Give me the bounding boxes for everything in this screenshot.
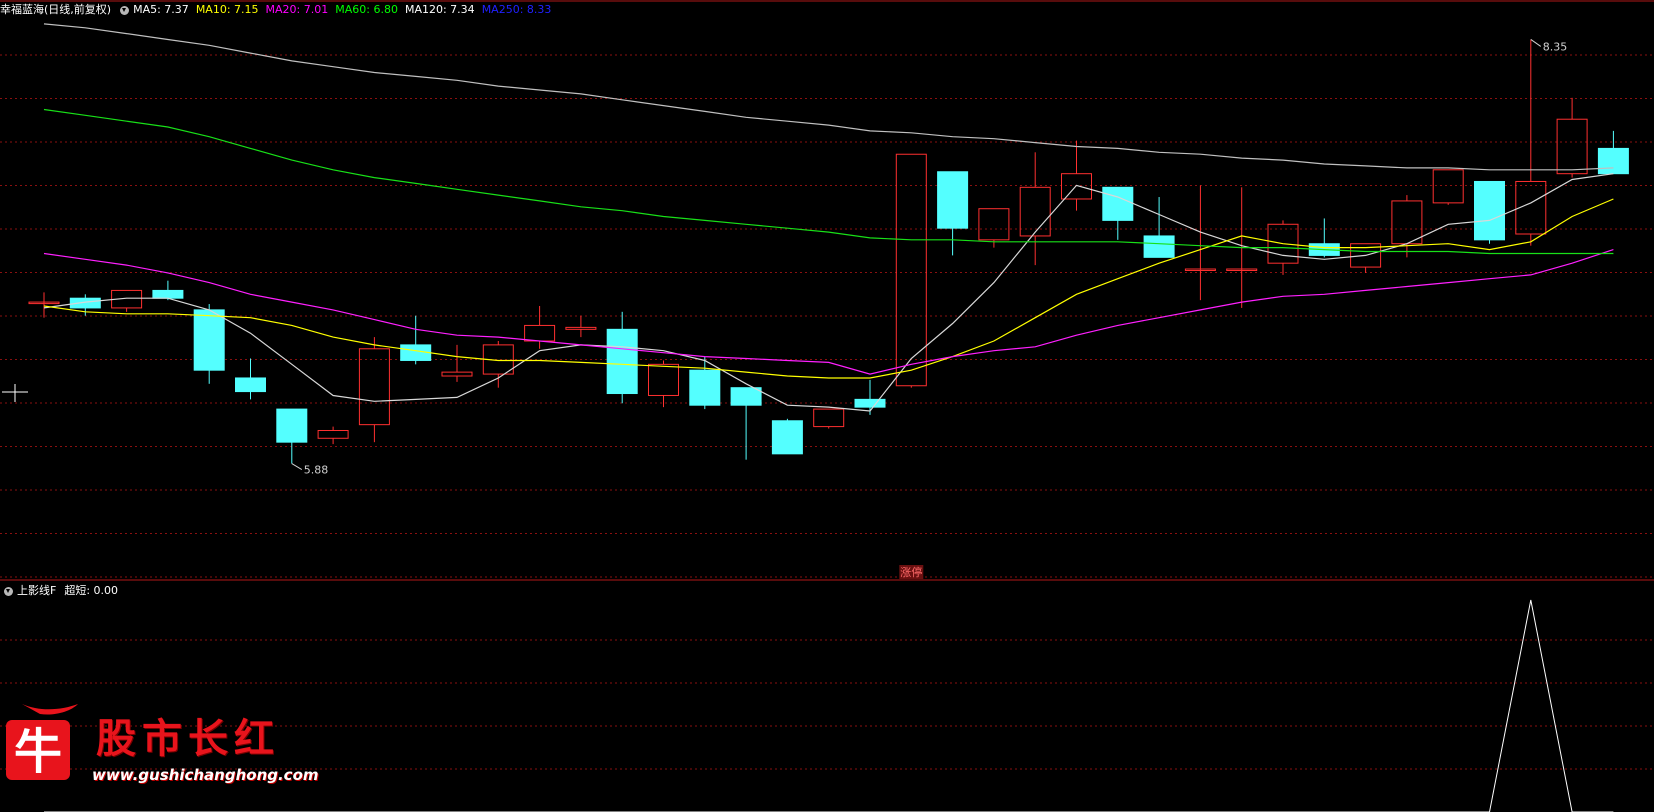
candle-body-down [193, 309, 225, 371]
candle-body-up [524, 324, 556, 342]
candle [771, 418, 803, 455]
candle [111, 289, 143, 312]
candle [1597, 130, 1629, 175]
indicator-title: 上影线F [17, 584, 57, 597]
main-legend: 幸福蓝海(日线,前复权) MA5: 7.37 MA10: 7.15 MA20: … [0, 3, 558, 17]
legend-ma250: MA250: 8.33 [481, 3, 552, 16]
candle [152, 280, 184, 301]
stock-chart-window: 8.35 5.88 涨停 幸福蓝海(日线,前复权) MA5: 7.37 MA10: … [0, 0, 1654, 812]
candle-body-up [813, 408, 845, 428]
candle-body-down [1597, 147, 1629, 175]
candle-body-down [1102, 186, 1134, 221]
kline-chart-canvas[interactable]: 8.35 5.88 涨停 [0, 0, 1654, 812]
candle [276, 408, 308, 464]
candle-body-down [606, 328, 638, 395]
candle-body-down [276, 408, 308, 443]
main-panel-grid [0, 54, 1654, 578]
candle-body-up [1391, 200, 1423, 245]
indicator-menu-icon[interactable] [4, 586, 13, 596]
watermark-url: www.gushichanghong.com [92, 766, 319, 784]
candle-body-down [152, 289, 184, 299]
candle-body-down [771, 420, 803, 455]
candle-body-down [730, 387, 762, 406]
candle [235, 358, 266, 400]
candle [1102, 186, 1134, 240]
candle-body-up [978, 208, 1010, 241]
candle-body-up [317, 429, 349, 439]
candle [1515, 39, 1547, 246]
ma-line-ma5 [43, 173, 1614, 412]
candle-body-down [689, 369, 721, 406]
annotation-arrow [291, 463, 303, 470]
candle [317, 426, 349, 445]
candle [1474, 180, 1505, 244]
candle-body-down [1143, 235, 1175, 258]
candle-body-up [358, 348, 390, 426]
sub-legend: 上影线F 超短: 0.00 [0, 584, 125, 598]
candle-body-up [565, 326, 597, 330]
candle [813, 408, 845, 429]
candle-body-down [854, 398, 886, 408]
candle-body-down [937, 171, 969, 229]
limit-up-label: 涨停 [900, 565, 922, 579]
candle-body-up [1061, 173, 1092, 200]
candle [1019, 152, 1051, 266]
legend-ma10: MA10: 7.15 [195, 3, 259, 16]
candle [28, 292, 60, 318]
watermark-logo: 牛 股市长红 www.gushichanghong.com [4, 702, 319, 802]
candle [441, 344, 473, 382]
candle [400, 315, 432, 365]
annotation-label: 5.88 [304, 464, 329, 477]
ma-line-ma10 [43, 198, 1614, 379]
candle-body-up [895, 153, 927, 387]
ma-line-ma60 [43, 108, 1614, 255]
legend-ma120: MA120: 7.34 [404, 3, 475, 16]
logo-char: 牛 [14, 724, 62, 780]
candle [1143, 197, 1175, 258]
stock-title: 幸福蓝海(日线,前复权) [0, 3, 112, 16]
legend-menu-icon[interactable] [120, 5, 130, 15]
legend-chaoduan: 超短: 0.00 [64, 584, 119, 597]
candle-body-up [441, 371, 473, 377]
candle-body-up [648, 363, 679, 396]
crosshair-cursor [2, 384, 28, 402]
watermark-text: 股市长红 [96, 715, 280, 762]
bull-logo-icon: 牛 [6, 704, 78, 780]
candle-body-down [235, 377, 266, 393]
candle [1556, 97, 1588, 178]
candle [689, 356, 721, 410]
candle [1308, 218, 1340, 258]
legend-ma60: MA60: 6.80 [335, 3, 398, 16]
ma-line-ma120 [43, 23, 1614, 171]
moving-average-lines [43, 23, 1614, 412]
candle [358, 337, 390, 443]
candle [648, 360, 679, 408]
candle [1184, 185, 1216, 301]
price-annotations: 8.35 5.88 涨停 [291, 39, 1568, 579]
candle [565, 315, 597, 338]
candle [937, 171, 969, 256]
candle-body-down [1474, 180, 1505, 241]
annotation-label: 8.35 [1543, 40, 1568, 53]
annotation-arrow [1530, 39, 1542, 47]
legend-ma5: MA5: 7.37 [133, 3, 189, 16]
candle [730, 387, 762, 460]
candle [1391, 195, 1423, 258]
candle [1432, 169, 1464, 205]
legend-ma20: MA20: 7.01 [265, 3, 329, 16]
candle [606, 311, 638, 404]
candle [895, 153, 927, 388]
candle [482, 341, 514, 388]
candle [1061, 140, 1092, 211]
candle-body-up [1556, 118, 1588, 175]
candle-body-up [1432, 169, 1464, 204]
